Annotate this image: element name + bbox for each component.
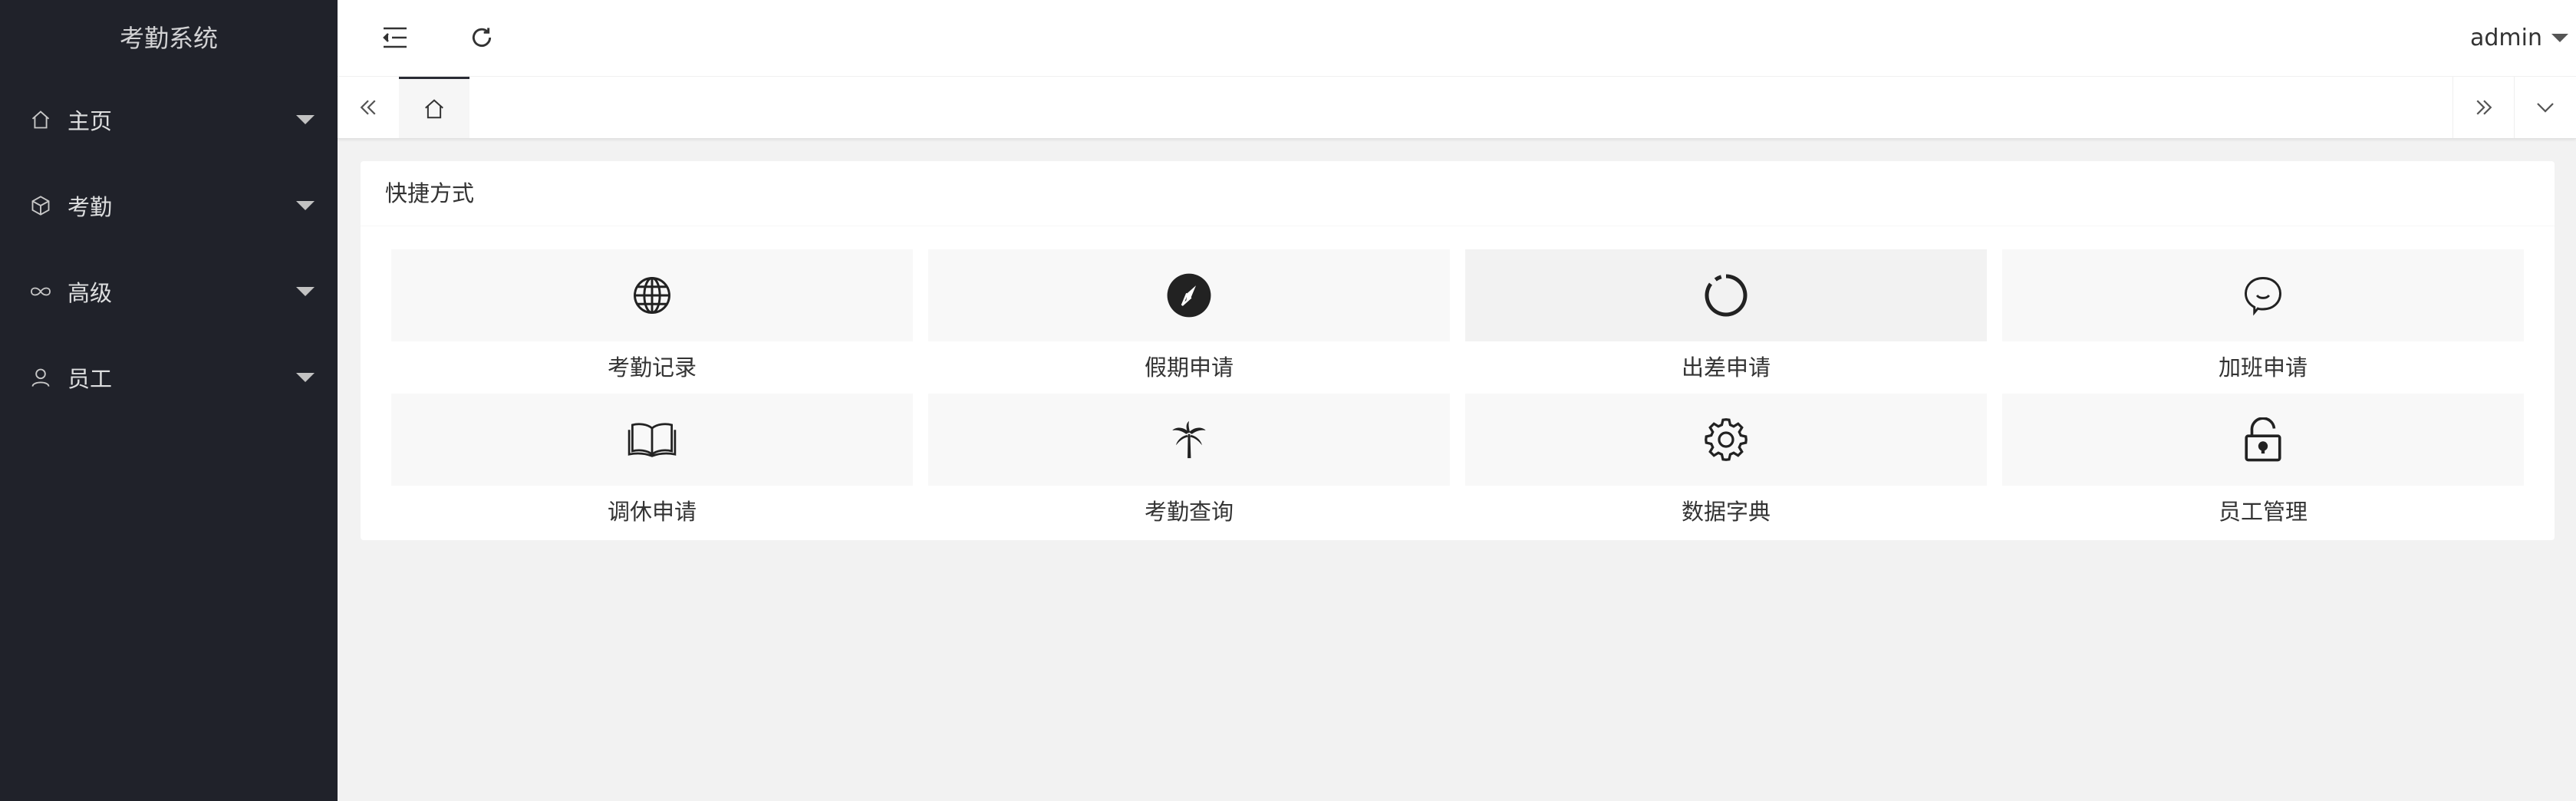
- shortcut-tile[interactable]: [928, 394, 1450, 486]
- sidebar-item-label: 考勤: [68, 194, 113, 220]
- sidebar-item-label: 主页: [68, 108, 113, 134]
- shortcut-tile[interactable]: [1465, 394, 1987, 486]
- chat-bubble-icon: [2242, 275, 2284, 316]
- tabs-scroll-right-button[interactable]: [2452, 77, 2515, 138]
- refresh-icon: [469, 25, 494, 50]
- sidebar-item-advanced[interactable]: 高级: [0, 249, 338, 335]
- chevron-down-icon: [2551, 34, 2568, 42]
- sidebar-item-label: 高级: [68, 280, 113, 306]
- shortcut-attendance-query[interactable]: 考勤查询: [928, 394, 1450, 538]
- shortcut-label: 假期申请: [1144, 354, 1234, 381]
- double-chevron-left-icon: [357, 96, 380, 119]
- top-header: admin: [338, 0, 2576, 77]
- shortcut-grid: 考勤记录 假期申请 出差申请 加班申请 调休申请 考勤查询 数据字典 员工管理: [391, 249, 2524, 538]
- palm-tree-icon: [1167, 417, 1211, 462]
- shortcut-tile[interactable]: [2002, 394, 2524, 486]
- indent-left-icon: [382, 26, 408, 49]
- shortcut-tile[interactable]: [391, 394, 913, 486]
- shortcut-business-trip-request[interactable]: 出差申请: [1465, 249, 1987, 394]
- open-book-icon: [628, 420, 677, 459]
- shortcuts-card: 快捷方式 考勤记录 假期申请 出差申请 加班申请 调休申请 考勤查询 数据字典 …: [361, 161, 2555, 540]
- infinity-icon: [28, 279, 54, 305]
- shortcut-leave-request[interactable]: 假期申请: [928, 249, 1450, 394]
- shortcut-employee-management[interactable]: 员工管理: [2002, 394, 2524, 538]
- chevron-down-icon: [2534, 96, 2557, 119]
- chevron-down-icon: [296, 287, 315, 296]
- shortcut-tile[interactable]: [928, 249, 1450, 341]
- shortcut-label: 加班申请: [2218, 354, 2308, 381]
- sidebar-item-home[interactable]: 主页: [0, 77, 338, 163]
- shortcut-label: 出差申请: [1681, 354, 1771, 381]
- shortcut-tile[interactable]: [391, 249, 913, 341]
- sidebar-item-attendance[interactable]: 考勤: [0, 163, 338, 249]
- sidebar-item-label: 员工: [68, 366, 113, 392]
- tabs-menu-button[interactable]: [2514, 77, 2576, 138]
- username: admin: [2470, 25, 2542, 51]
- home-icon: [423, 97, 446, 120]
- shortcut-data-dictionary[interactable]: 数据字典: [1465, 394, 1987, 538]
- sidebar: 考勤系统 主页 考勤 高级 员工: [0, 0, 338, 801]
- home-icon: [28, 107, 54, 133]
- shortcut-tile[interactable]: [2002, 249, 2524, 341]
- cube-icon: [28, 193, 54, 219]
- tabs-scroll-left-button[interactable]: [338, 77, 400, 138]
- gear-icon: [1703, 417, 1749, 463]
- user-icon: [28, 364, 54, 391]
- collapse-sidebar-button[interactable]: [376, 18, 414, 57]
- app-title: 考勤系统: [119, 24, 218, 53]
- shortcut-tile[interactable]: [1465, 249, 1987, 341]
- chevron-down-icon: [296, 115, 315, 124]
- shortcut-label: 数据字典: [1681, 499, 1771, 525]
- double-chevron-right-icon: [2472, 96, 2495, 119]
- shortcut-label: 考勤查询: [1144, 499, 1234, 525]
- user-menu[interactable]: admin: [2470, 0, 2568, 76]
- refresh-button[interactable]: [463, 18, 501, 57]
- tab-bar: [338, 77, 2576, 139]
- shortcut-label: 员工管理: [2218, 499, 2308, 525]
- shortcut-label: 调休申请: [607, 499, 697, 525]
- unlock-icon: [2242, 417, 2284, 462]
- sidebar-item-employee[interactable]: 员工: [0, 335, 338, 420]
- globe-icon: [631, 275, 673, 316]
- shortcut-time-off-request[interactable]: 调休申请: [391, 394, 913, 538]
- card-title: 快捷方式: [361, 161, 2555, 226]
- chevron-down-icon: [296, 373, 315, 382]
- loading-ring-icon: [1703, 272, 1749, 318]
- chevron-down-icon: [296, 201, 315, 210]
- compass-icon: [1165, 272, 1213, 319]
- shortcut-attendance-record[interactable]: 考勤记录: [391, 249, 913, 394]
- shortcut-overtime-request[interactable]: 加班申请: [2002, 249, 2524, 394]
- shortcut-label: 考勤记录: [607, 354, 697, 381]
- tab-home[interactable]: [399, 77, 469, 138]
